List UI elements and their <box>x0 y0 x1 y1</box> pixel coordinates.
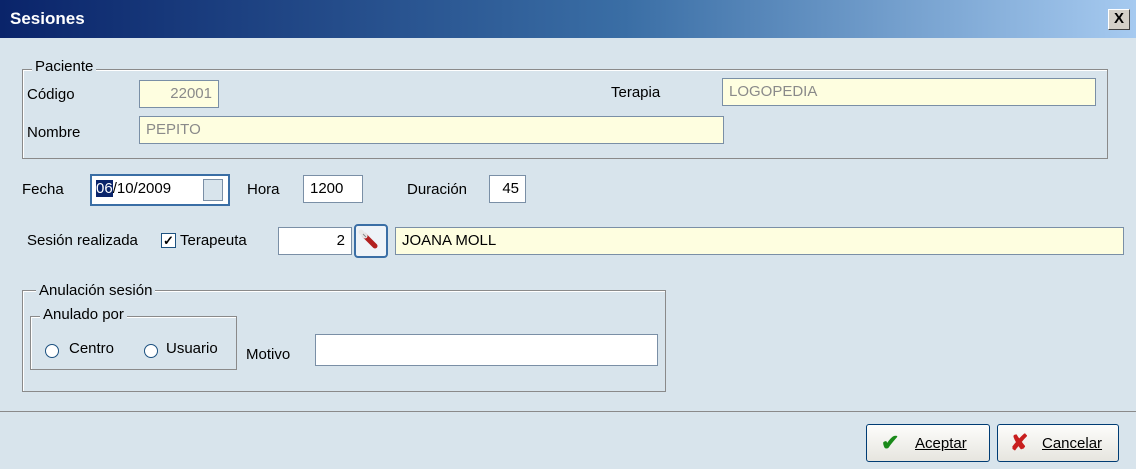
cross-icon: ✘ <box>1010 430 1029 455</box>
radio-usuario[interactable] <box>144 344 158 358</box>
date-picker-button[interactable] <box>203 179 223 201</box>
fecha-selected-part: 06 <box>96 180 113 197</box>
nombre-field[interactable]: PEPITO <box>139 116 724 144</box>
cancelar-label: Cancelar <box>1042 435 1103 452</box>
radio-centro[interactable] <box>45 344 59 358</box>
terapeuta-name-field[interactable]: JOANA MOLL <box>395 227 1124 255</box>
paciente-legend: Paciente <box>32 58 97 75</box>
aceptar-label: Aceptar <box>915 435 967 452</box>
terapeuta-lookup-button[interactable] <box>354 224 388 258</box>
motivo-label: Motivo <box>246 346 291 363</box>
motivo-field[interactable] <box>315 334 658 366</box>
sesion-realizada-label: Sesión realizada <box>27 232 138 249</box>
hora-field[interactable]: 1200 <box>303 175 363 203</box>
title-bar[interactable]: Sesiones X <box>0 0 1136 38</box>
terapia-field[interactable]: LOGOPEDIA <box>722 78 1096 106</box>
terapia-label: Terapia <box>611 84 661 101</box>
fecha-field[interactable]: 06/10/2009 <box>90 174 230 206</box>
anulado-por-legend: Anulado por <box>40 306 127 323</box>
terapeuta-id-field[interactable]: 2 <box>278 227 352 255</box>
sesiones-dialog: Sesiones X Paciente Código 22001 Terapia… <box>0 0 1136 468</box>
terapeuta-label: Terapeuta <box>180 232 247 249</box>
window-title: Sesiones <box>10 9 85 28</box>
aceptar-button[interactable]: ✔ Aceptar <box>866 424 990 462</box>
sesion-realizada-checkbox[interactable]: ✓ <box>161 233 176 248</box>
eraser-icon <box>358 229 378 249</box>
radio-centro-label: Centro <box>69 340 115 357</box>
fecha-label: Fecha <box>22 181 64 198</box>
duracion-field[interactable]: 45 <box>489 175 526 203</box>
fecha-rest-part: /10/2009 <box>112 180 172 197</box>
radio-usuario-label: Usuario <box>166 340 218 357</box>
anulacion-legend: Anulación sesión <box>36 282 156 299</box>
close-button[interactable]: X <box>1108 9 1130 30</box>
codigo-label: Código <box>27 86 75 103</box>
checkmark-icon: ✔ <box>881 430 900 455</box>
hora-label: Hora <box>247 181 280 198</box>
codigo-field[interactable]: 22001 <box>139 80 219 108</box>
cancelar-button[interactable]: ✘ Cancelar <box>997 424 1119 462</box>
nombre-label: Nombre <box>27 124 81 141</box>
duracion-label: Duración <box>407 181 468 198</box>
